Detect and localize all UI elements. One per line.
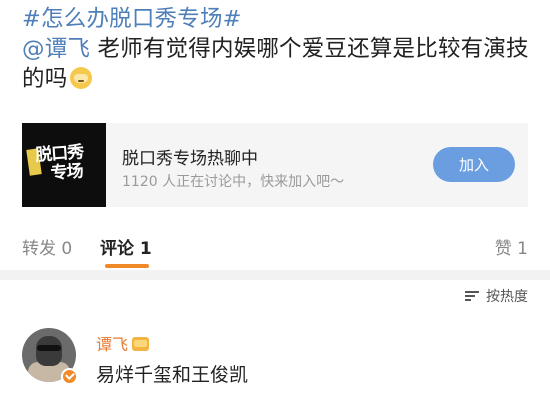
thumbnail-text: 脱口秀 专场 (35, 142, 86, 184)
mention-link[interactable]: @谭飞 (22, 36, 90, 62)
tab-like[interactable]: 赞 1 (495, 234, 528, 259)
join-button[interactable]: 加入 (433, 147, 515, 182)
group-title: 脱口秀专场热聊中 (122, 149, 258, 169)
section-divider (0, 270, 550, 280)
sort-button[interactable]: 按热度 (465, 286, 528, 306)
tab-repost[interactable]: 转发 0 (22, 234, 72, 259)
comment-author[interactable]: 谭飞 (96, 331, 150, 355)
post-body: 老师有觉得内娱哪个爱豆还算是比较有演技的吗 (22, 36, 529, 92)
group-subtitle: 1120 人正在讨论中，快来加入吧～ (122, 174, 345, 190)
group-chat-card[interactable]: 脱口秀 专场 脱口秀专场热聊中 1120 人正在讨论中，快来加入吧～ 加入 (22, 123, 528, 207)
thumbnail-text-line2: 专场 (49, 161, 84, 184)
avatar-face (36, 336, 62, 366)
post-tabs: 转发 0 评论 1 赞 1 (0, 226, 550, 272)
comment-author-name: 谭飞 (96, 335, 129, 354)
avatar-glasses (37, 345, 61, 351)
sort-label: 按热度 (486, 289, 528, 305)
doge-emoji-icon (70, 67, 93, 89)
comment-text: 易烊千玺和王俊凯 (96, 364, 249, 386)
vip-crown-icon (132, 337, 150, 351)
sort-icon (465, 290, 481, 302)
tab-comment[interactable]: 评论 1 (100, 234, 152, 259)
group-thumbnail: 脱口秀 专场 (22, 123, 106, 207)
active-tab-indicator (105, 264, 149, 268)
post-text: #怎么办脱口秀专场# @谭飞 老师有觉得内娱哪个爱豆还算是比较有演技的吗 (22, 4, 532, 94)
comment-item: 谭飞 易烊千玺和王俊凯 (22, 326, 532, 396)
topic-link[interactable]: #怎么办脱口秀专场# (22, 6, 242, 32)
verified-badge-icon (61, 368, 78, 385)
